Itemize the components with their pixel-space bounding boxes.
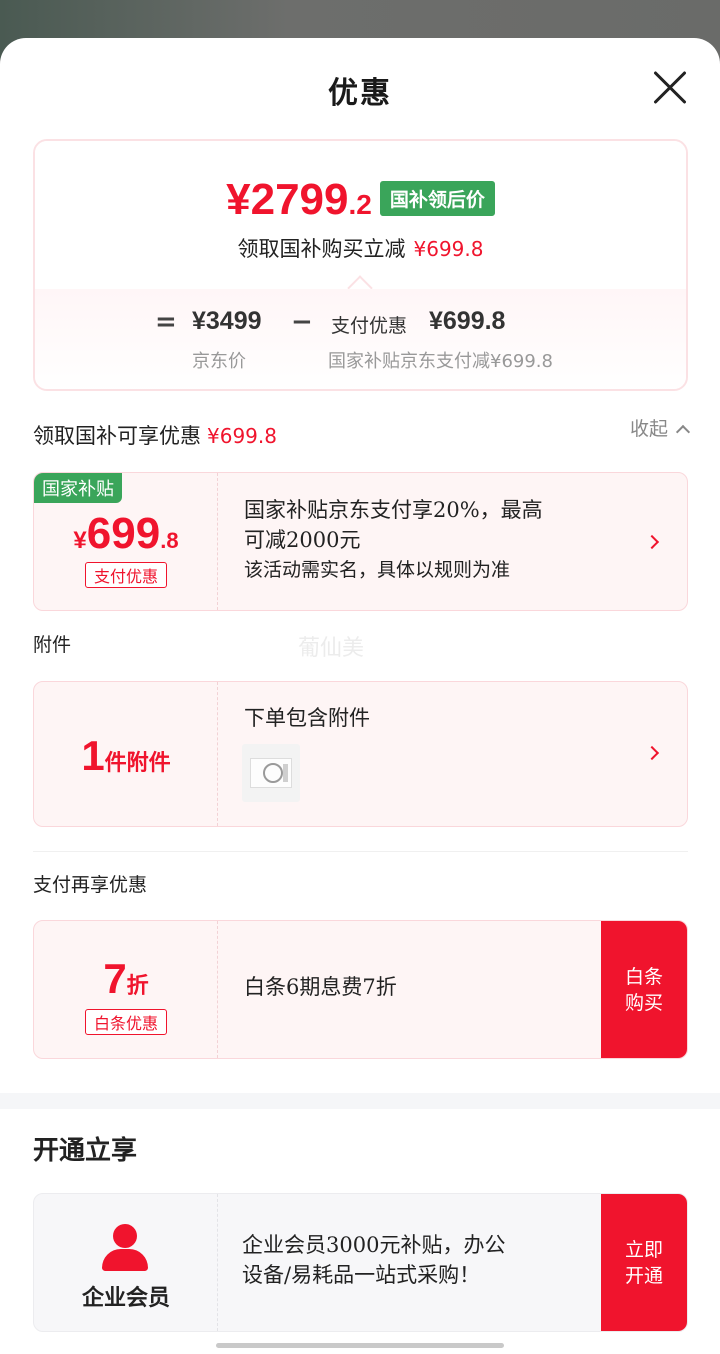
equals-sign: = xyxy=(155,307,177,337)
subsidy-subtitle: 领取国补购买立减 ¥699.8 xyxy=(237,237,484,261)
close-icon[interactable] xyxy=(652,70,688,106)
baitiao-desc: 白条6期息费7折 xyxy=(244,975,397,999)
enterprise-member-card[interactable]: 企业会员 企业会员3000元补贴，办公 设备/易耗品一站式采购！ 立即 开通 xyxy=(33,1193,688,1332)
accessory-desc: 下单包含附件 xyxy=(244,706,370,730)
subsidy-desc: 国家补贴京东支付享20%，最高 可减2000元 该活动需实名，具体以规则为准 xyxy=(244,498,543,581)
chevron-up-icon xyxy=(675,424,691,440)
jd-price: ¥3499 xyxy=(192,307,262,335)
section-separator xyxy=(0,1093,720,1109)
chevron-right-icon xyxy=(644,745,660,761)
pay-discount-desc: 国家补贴京东支付减¥699.8 xyxy=(328,351,553,372)
jd-price-label: 京东价 xyxy=(192,351,246,372)
pay-discount-label: 支付优惠 xyxy=(331,315,408,337)
open-member-button[interactable]: 立即 开通 xyxy=(601,1194,687,1331)
member-label: 企业会员 xyxy=(81,1285,170,1311)
subsidy-amount: ¥699.8 xyxy=(73,509,179,558)
open-now-heading: 开通立享 xyxy=(33,1136,138,1166)
accessory-heading: 附件 xyxy=(33,634,72,656)
pay-more-heading: 支付再享优惠 xyxy=(33,874,148,896)
baitiao-card[interactable]: 7折 白条优惠 白条6期息费7折 白条 购买 xyxy=(33,920,688,1059)
baitiao-buy-button[interactable]: 白条 购买 xyxy=(601,921,687,1058)
pay-discount-amount: ¥699.8 xyxy=(429,307,506,335)
final-price-row: ¥2799.2 国补领后价 xyxy=(35,175,686,225)
price-summary-card: ¥2799.2 国补领后价 领取国补购买立减 ¥699.8 = ¥3499 京东价 … xyxy=(33,139,688,391)
home-indicator[interactable] xyxy=(216,1343,504,1348)
accessory-thumbnail xyxy=(242,744,300,802)
chevron-right-icon xyxy=(644,534,660,550)
user-icon xyxy=(100,1224,150,1272)
divider xyxy=(33,851,688,852)
final-price: ¥2799 xyxy=(226,175,349,224)
pay-discount-tag: 支付优惠 xyxy=(84,562,167,588)
minus-sign: − xyxy=(291,307,313,337)
accessory-count: 1件附件 xyxy=(81,732,171,779)
collapse-button[interactable]: 收起 xyxy=(630,414,691,441)
price-tag-badge: 国补领后价 xyxy=(379,181,495,216)
baitiao-tag: 白条优惠 xyxy=(84,1009,167,1035)
subsidy-card[interactable]: 国家补贴 ¥699.8 支付优惠 国家补贴京东支付享20%，最高 可减2000元… xyxy=(33,472,688,611)
baitiao-discount: 7折 xyxy=(103,955,149,1002)
benefits-heading: 领取国补可享优惠 ¥699.8 xyxy=(33,424,277,448)
national-subsidy-tag: 国家补贴 xyxy=(34,473,122,503)
watermark: 葡仙美 xyxy=(298,636,365,661)
accessory-card[interactable]: 1件附件 下单包含附件 xyxy=(33,681,688,827)
discount-sheet: 优惠 ¥2799.2 国补领后价 领取国补购买立减 ¥699.8 = ¥3499 京… xyxy=(0,38,720,1354)
member-desc: 企业会员3000元补贴，办公 设备/易耗品一站式采购！ xyxy=(242,1233,506,1287)
sheet-title: 优惠 xyxy=(328,76,392,111)
final-price-decimal: .2 xyxy=(348,189,372,220)
